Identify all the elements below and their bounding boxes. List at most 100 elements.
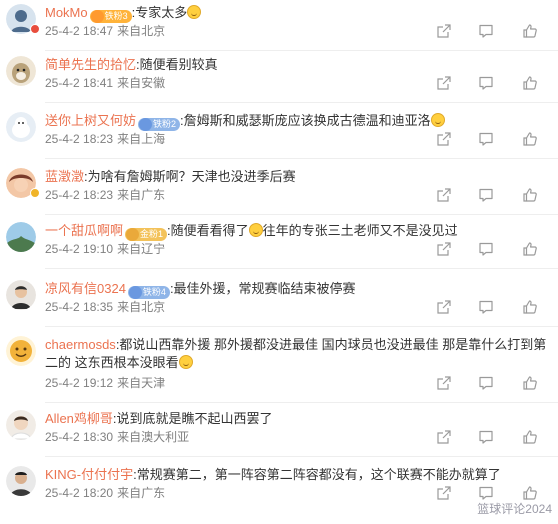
share-icon[interactable]	[436, 299, 452, 315]
comment-date: 25-4-2 18:41	[45, 76, 114, 90]
comment-actions	[428, 485, 546, 501]
comment-icon[interactable]	[478, 485, 494, 501]
thumbs-up-icon[interactable]	[522, 187, 538, 203]
comment-body: KING-付付付宇:常规赛第二，第一阵容第二阵容都没有，这个联赛不能办就算了	[45, 466, 548, 484]
watermark: 篮球评论2024	[477, 502, 552, 516]
comment-body: 简单先生的拾忆:随便看别较真	[45, 56, 548, 74]
comment-date: 25-4-2 18:20	[45, 486, 114, 500]
thumbs-up-icon[interactable]	[522, 429, 538, 445]
avatar[interactable]	[6, 112, 36, 142]
comment-icon[interactable]	[478, 241, 494, 257]
comment-meta: 25-4-2 18:23 来自广东	[45, 186, 165, 203]
avatar[interactable]	[6, 466, 36, 496]
comment-text: :专家太多	[131, 5, 188, 20]
emoji-icon	[248, 223, 263, 237]
comment-location: 来自广东	[117, 188, 166, 202]
comment-meta: 25-4-2 18:23 来自上海	[45, 130, 165, 147]
comment-body: chaermosds:都说山西靠外援 那外援都没进最佳 国内球员也没进最佳 那是…	[45, 336, 548, 372]
username-link[interactable]: 蓝澂澂	[45, 169, 84, 184]
comment-icon[interactable]	[478, 131, 494, 147]
comment-actions	[428, 187, 546, 203]
comment-date: 25-4-2 18:23	[45, 188, 114, 202]
avatar[interactable]	[6, 336, 36, 366]
avatar[interactable]	[6, 280, 36, 310]
comment-location: 来自上海	[117, 132, 166, 146]
avatar[interactable]	[6, 410, 36, 440]
comment-date: 25-4-2 19:10	[45, 242, 114, 256]
divider	[45, 158, 558, 159]
divider	[45, 326, 558, 327]
share-icon[interactable]	[436, 75, 452, 91]
comment-location: 来自北京	[117, 300, 166, 314]
thumbs-up-icon[interactable]	[522, 241, 538, 257]
comment-text: :常规赛第二，第一阵容第二阵容都没有，这个联赛不能办就算了	[133, 467, 501, 482]
comment-body: 凉风有信0324 铁粉4:最佳外援，常规赛临结束被停赛	[45, 280, 548, 299]
share-icon[interactable]	[436, 131, 452, 147]
comment-meta: 25-4-2 18:30 来自澳大利亚	[45, 428, 189, 445]
comment-body: MokMo 铁粉3:专家太多	[45, 4, 548, 23]
comment-icon[interactable]	[478, 429, 494, 445]
share-icon[interactable]	[436, 187, 452, 203]
comment-icon[interactable]	[478, 375, 494, 391]
thumbs-up-icon[interactable]	[522, 485, 538, 501]
comment-date: 25-4-2 19:12	[45, 376, 114, 390]
thumbs-up-icon[interactable]	[522, 375, 538, 391]
username-link[interactable]: Allen鸡柳哥	[45, 411, 113, 426]
share-icon[interactable]	[436, 429, 452, 445]
comment-location: 来自安徽	[117, 76, 166, 90]
comment-meta: 25-4-2 19:12 来自天津	[45, 374, 165, 391]
comment-actions	[428, 131, 546, 147]
emoji-icon	[430, 113, 445, 127]
share-icon[interactable]	[436, 485, 452, 501]
comment-actions	[428, 299, 546, 315]
comment-date: 25-4-2 18:23	[45, 132, 114, 146]
comment-meta: 25-4-2 18:41 来自安徽	[45, 74, 165, 91]
comment-body: 送你上树又何妨 铁粉2:詹姆斯和威瑟斯庞应该换成古德温和迪亚洛	[45, 112, 548, 131]
username-link[interactable]: 一个甜瓜啊啊	[45, 223, 123, 238]
comment-text: :说到底就是瞧不起山西罢了	[112, 411, 273, 426]
username-link[interactable]: 凉风有信0324	[45, 281, 126, 296]
comment-location: 来自澳大利亚	[117, 430, 190, 444]
comment-text-continued: 往年的专张三土老师又不是没见过	[262, 223, 458, 238]
divider	[45, 50, 558, 51]
thumbs-up-icon[interactable]	[522, 23, 538, 39]
comment-actions	[428, 75, 546, 91]
username-link[interactable]: MokMo	[45, 5, 88, 20]
thumbs-up-icon[interactable]	[522, 299, 538, 315]
share-icon[interactable]	[436, 375, 452, 391]
emoji-icon	[187, 5, 202, 19]
share-icon[interactable]	[436, 23, 452, 39]
comment-icon[interactable]	[478, 299, 494, 315]
comment-actions	[428, 23, 546, 39]
username-link[interactable]: KING-付付付宇	[45, 467, 133, 482]
divider	[45, 102, 558, 103]
divider	[45, 214, 558, 215]
share-icon[interactable]	[436, 241, 452, 257]
comment-body: Allen鸡柳哥:说到底就是瞧不起山西罢了	[45, 410, 548, 428]
username-link[interactable]: 简单先生的拾忆	[45, 57, 136, 72]
comment-text: :最佳外援，常规赛临结束被停赛	[169, 281, 356, 296]
verified-badge-icon	[30, 188, 40, 198]
username-link[interactable]: chaermosds	[45, 337, 116, 352]
comment-actions	[428, 375, 546, 391]
comment-icon[interactable]	[478, 75, 494, 91]
comment-meta: 25-4-2 18:20 来自广东	[45, 484, 165, 501]
divider	[45, 268, 558, 269]
verified-badge-icon	[30, 24, 40, 34]
comment-body: 一个甜瓜啊啊 金粉1:随便看看得了 往年的专张三土老师又不是没见过	[45, 222, 548, 241]
comment-text: :詹姆斯和威瑟斯庞应该换成古德温和迪亚洛	[180, 113, 431, 128]
comment-date: 25-4-2 18:30	[45, 430, 114, 444]
username-link[interactable]: 送你上树又何妨	[45, 113, 136, 128]
comment-actions	[428, 429, 546, 445]
thumbs-up-icon[interactable]	[522, 75, 538, 91]
thumbs-up-icon[interactable]	[522, 131, 538, 147]
comment-text: :都说山西靠外援 那外援都没进最佳 国内球员也没进最佳 那是靠什么打到第二的 这…	[45, 337, 547, 370]
comment-meta: 25-4-2 18:35 来自北京	[45, 298, 165, 315]
comment-location: 来自辽宁	[117, 242, 166, 256]
comment-text: :为啥有詹姆斯啊？天津也没进季后赛	[84, 169, 296, 184]
avatar[interactable]	[6, 56, 36, 86]
comment-text: :随便看别较真	[136, 57, 218, 72]
avatar[interactable]	[6, 222, 36, 252]
comment-icon[interactable]	[478, 23, 494, 39]
comment-icon[interactable]	[478, 187, 494, 203]
